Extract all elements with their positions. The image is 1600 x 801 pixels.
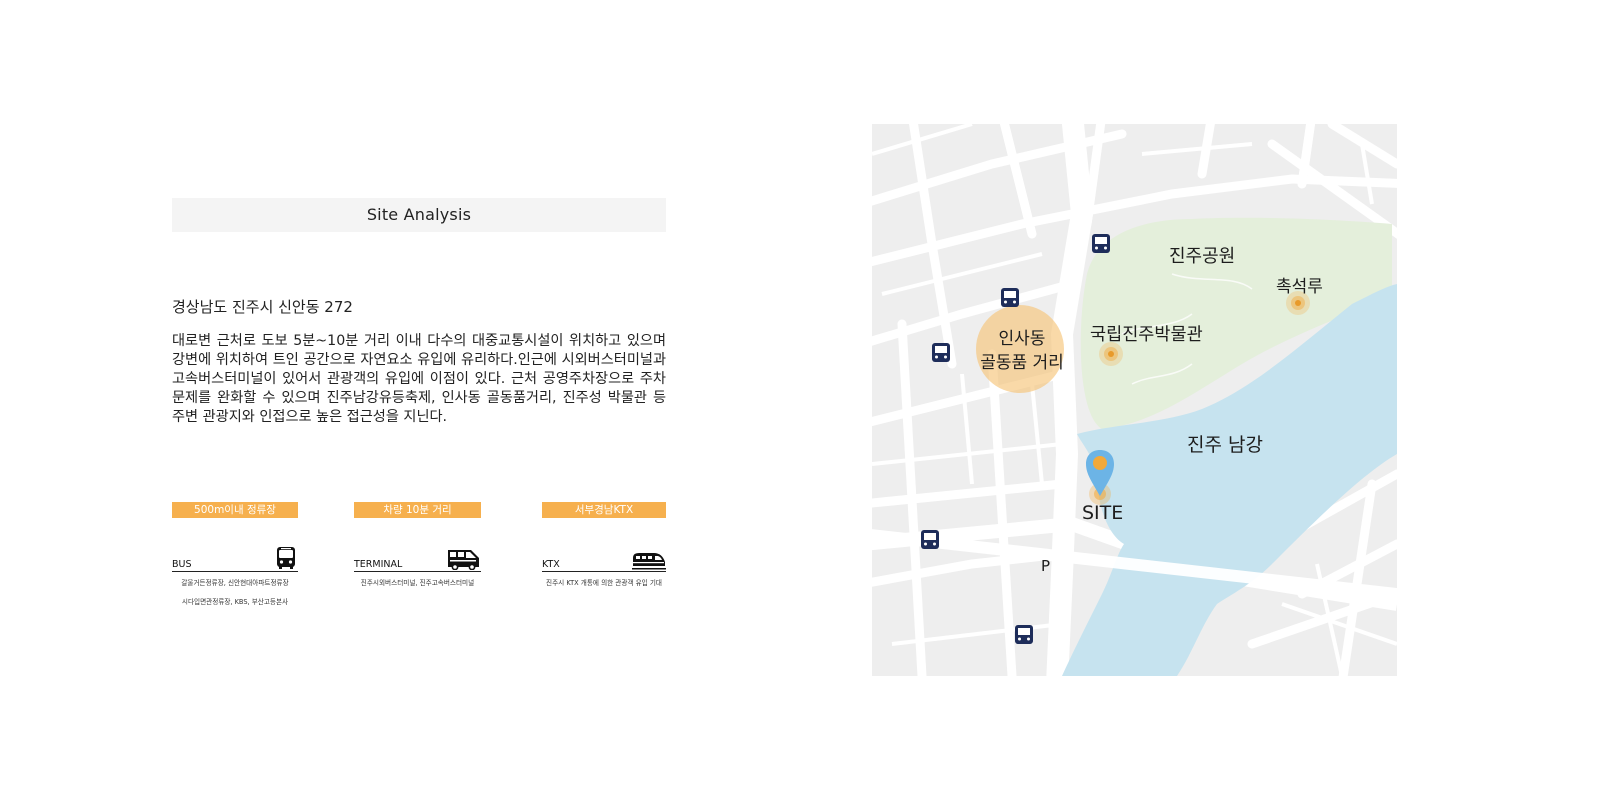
label-insadong-line2: 골동품 거리 bbox=[980, 353, 1064, 373]
transport-tag: 서부경남KTX bbox=[542, 502, 666, 518]
transport-terminal: 차량 10분 거리 TERMINAL 진주시외버스터미널, 진주고속버스터미널 bbox=[354, 502, 481, 591]
transport-label: BUS bbox=[172, 559, 192, 570]
section-title: Site Analysis bbox=[172, 198, 666, 232]
transport-note: 진주시 KTX 개통에 의한 관광객 유입 기대 bbox=[546, 579, 662, 587]
label-insadong-line1: 인사동 bbox=[998, 329, 1046, 349]
transport-label: KTX bbox=[542, 559, 560, 570]
label-jinju-park: 진주공원 bbox=[1169, 246, 1236, 267]
transport-line: KTX bbox=[542, 540, 666, 572]
label-national-museum: 국립진주박물관 bbox=[1090, 325, 1203, 345]
label-insadong-street: 인사동 골동품 거리 bbox=[972, 327, 1072, 375]
train-icon bbox=[632, 553, 666, 570]
bus-icon bbox=[277, 547, 295, 569]
label-namgang-river: 진주 남강 bbox=[1187, 434, 1263, 456]
transport-line: BUS bbox=[172, 540, 298, 572]
transport-note: 진주시외버스터미널, 진주고속버스터미널 bbox=[360, 579, 475, 587]
map-graphic bbox=[872, 124, 1397, 676]
site-map: 진주공원 촉석루 국립진주박물관 인사동 골동품 거리 진주 남강 SITE P bbox=[872, 124, 1397, 676]
transport-note: 시다입면관정류장, KBS, 부산고등본사 bbox=[181, 598, 289, 606]
label-site: SITE bbox=[1082, 502, 1124, 524]
transport-line: TERMINAL bbox=[354, 540, 481, 572]
site-description: 대로변 근처로 도보 5분~10분 거리 이내 다수의 대중교통시설이 위치하고… bbox=[172, 333, 666, 425]
transport-ktx: 서부경남KTX KTX 진주시 KTX 개통에 의한 관광객 유입 기대 bbox=[542, 502, 666, 591]
transport-bus: 500m이내 정류장 BUS 갈울거든정류장, 신안현대아파트정류장 시다입면관… bbox=[172, 502, 298, 610]
label-chokseokru: 촉석루 bbox=[1276, 277, 1323, 297]
terminal-bus-icon bbox=[448, 550, 479, 570]
transport-tag: 500m이내 정류장 bbox=[172, 502, 298, 518]
map-pin-icon bbox=[1086, 450, 1114, 505]
transport-label: TERMINAL bbox=[354, 559, 403, 570]
site-address: 경상남도 진주시 신안동 272 bbox=[172, 298, 353, 316]
transport-note: 갈울거든정류장, 신안현대아파트정류장 bbox=[181, 579, 289, 587]
label-parking: P bbox=[1041, 557, 1051, 575]
transport-tag: 차량 10분 거리 bbox=[354, 502, 481, 518]
